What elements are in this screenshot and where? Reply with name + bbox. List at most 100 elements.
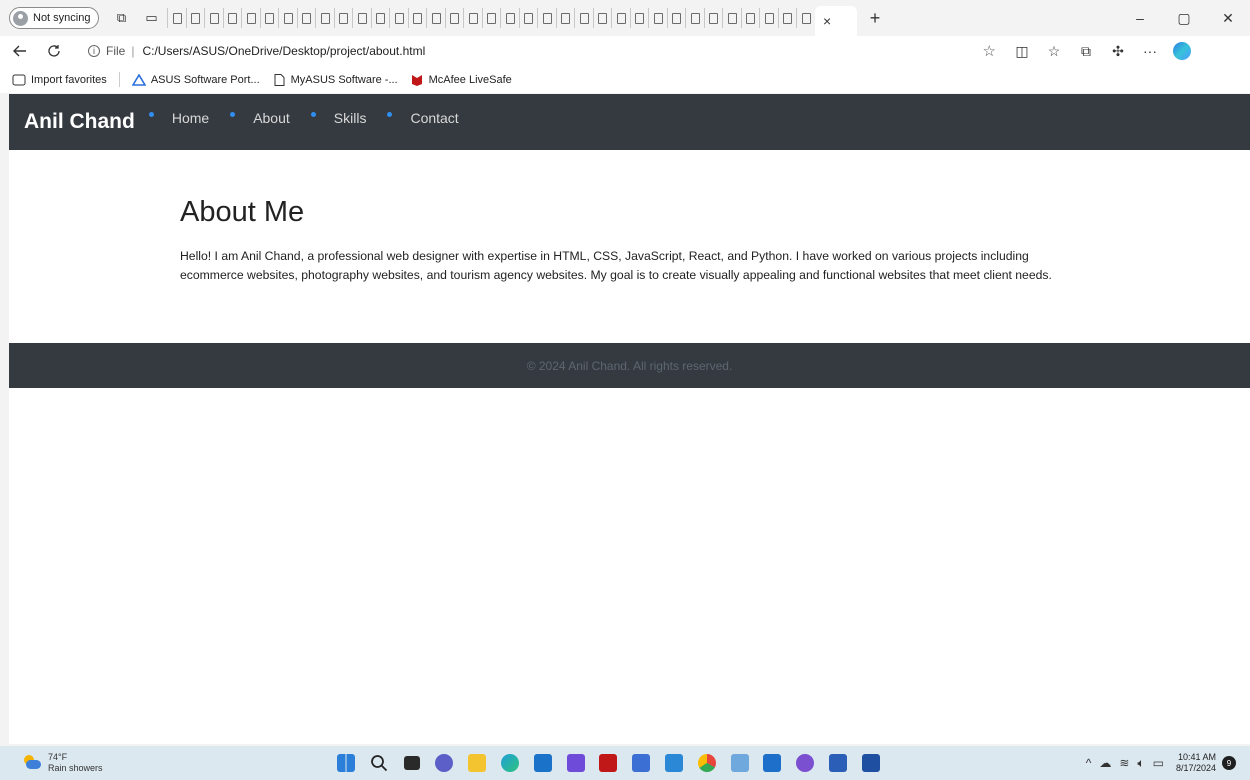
- import-favorites-icon: [12, 74, 26, 85]
- chrome-icon[interactable]: [695, 751, 719, 775]
- app-icon[interactable]: [564, 751, 588, 775]
- toolbar-icons: ◫ ☆ ⧉ ✣ ···: [1006, 42, 1198, 60]
- tab-item[interactable]: [333, 8, 353, 28]
- nav-link[interactable]: Contact: [410, 110, 458, 126]
- tab-item[interactable]: [241, 8, 260, 28]
- page-icon: [579, 12, 589, 24]
- tab-item[interactable]: [185, 8, 205, 28]
- tab-item[interactable]: [666, 8, 686, 28]
- tab-item[interactable]: [500, 8, 519, 28]
- tab-item[interactable]: [537, 8, 556, 28]
- chevron-up-icon[interactable]: ^: [1086, 756, 1092, 770]
- word-doc-icon[interactable]: [859, 751, 883, 775]
- onedrive-icon[interactable]: ☁: [1099, 756, 1111, 770]
- favorite-star-icon[interactable]: ☆: [983, 42, 996, 60]
- tab-item[interactable]: [703, 8, 723, 28]
- close-window-button[interactable]: ✕: [1206, 0, 1250, 36]
- tab-active[interactable]: ×: [814, 6, 857, 36]
- photos-icon[interactable]: [760, 751, 784, 775]
- profile-button[interactable]: Not syncing: [9, 7, 100, 29]
- back-button[interactable]: [6, 37, 34, 65]
- nav-link[interactable]: Skills: [334, 110, 367, 126]
- tab-item[interactable]: [592, 8, 612, 28]
- clock[interactable]: 10:41 AM 8/17/2024: [1176, 752, 1216, 774]
- wifi-icon[interactable]: ≋: [1119, 756, 1129, 770]
- nav-skills[interactable]: Skills: [310, 110, 381, 126]
- favorites-icon[interactable]: ☆: [1038, 43, 1070, 60]
- start-icon[interactable]: [334, 751, 358, 775]
- favorite-asus[interactable]: ASUS Software Port...: [131, 73, 260, 86]
- extensions-icon[interactable]: ✣: [1102, 43, 1134, 60]
- tab-actions-icon[interactable]: ▭: [143, 10, 159, 26]
- tab-item[interactable]: [759, 8, 778, 28]
- weather-widget[interactable]: 74°F Rain showers: [22, 752, 103, 774]
- notepad-icon[interactable]: [728, 751, 752, 775]
- tab-item[interactable]: [222, 8, 242, 28]
- tab-item[interactable]: [555, 8, 575, 28]
- tab-item[interactable]: [204, 8, 223, 28]
- tab-item[interactable]: [259, 8, 279, 28]
- nav-link[interactable]: Home: [172, 110, 209, 126]
- refresh-button[interactable]: [40, 37, 68, 65]
- tab-item[interactable]: [407, 8, 427, 28]
- split-screen-icon[interactable]: ◫: [1006, 43, 1038, 60]
- tab-item[interactable]: [444, 8, 464, 28]
- tab-item[interactable]: [777, 8, 797, 28]
- tab-item[interactable]: [278, 8, 297, 28]
- tab-item[interactable]: [481, 8, 501, 28]
- tab-item[interactable]: [389, 8, 408, 28]
- minimize-button[interactable]: –: [1118, 0, 1162, 36]
- search-icon[interactable]: [367, 751, 391, 775]
- file-explorer-icon[interactable]: [465, 751, 489, 775]
- tab-item[interactable]: [426, 8, 445, 28]
- tab-item[interactable]: [315, 8, 334, 28]
- mcafee-app-icon[interactable]: [596, 751, 620, 775]
- address-bar[interactable]: i File | C:/Users/ASUS/OneDrive/Desktop/…: [82, 38, 1006, 64]
- tab-item[interactable]: [611, 8, 630, 28]
- word-icon[interactable]: [826, 751, 850, 775]
- tab-item[interactable]: [370, 8, 390, 28]
- tab-item[interactable]: [648, 8, 667, 28]
- favorite-import[interactable]: Import favorites: [12, 74, 107, 86]
- site-brand[interactable]: Anil Chand: [24, 110, 135, 134]
- bullet-icon: [148, 112, 154, 117]
- tab-item[interactable]: [796, 8, 815, 28]
- page-icon: [764, 12, 774, 24]
- tab-item[interactable]: [722, 8, 741, 28]
- nav-about[interactable]: About: [230, 110, 304, 126]
- tab-item[interactable]: [296, 8, 316, 28]
- close-tab-icon[interactable]: ×: [823, 13, 831, 29]
- copilot-button[interactable]: [1166, 42, 1198, 60]
- favorite-myasus[interactable]: MyASUS Software -...: [272, 73, 398, 86]
- tab-item[interactable]: [167, 8, 186, 28]
- tab-item[interactable]: [352, 8, 371, 28]
- refresh-icon: [48, 45, 60, 57]
- maximize-button[interactable]: ▢: [1162, 0, 1206, 36]
- volume-icon[interactable]: 🔈︎: [1137, 756, 1144, 771]
- chat-icon[interactable]: [432, 751, 456, 775]
- store-icon[interactable]: [531, 751, 555, 775]
- favorite-mcafee[interactable]: McAfee LiveSafe: [410, 74, 512, 86]
- battery-icon[interactable]: ▭: [1153, 756, 1164, 770]
- tab-item[interactable]: [518, 8, 538, 28]
- nav-contact[interactable]: Contact: [387, 110, 472, 126]
- nav-home[interactable]: Home: [148, 110, 223, 126]
- viber-icon[interactable]: [793, 751, 817, 775]
- url-text[interactable]: C:/Users/ASUS/OneDrive/Desktop/project/a…: [142, 44, 425, 58]
- app-icon[interactable]: [629, 751, 653, 775]
- tab-item[interactable]: [629, 8, 649, 28]
- tab-item[interactable]: [574, 8, 593, 28]
- collections-icon[interactable]: ⧉: [1070, 43, 1102, 60]
- edge-icon[interactable]: [498, 751, 522, 775]
- tab-item[interactable]: [740, 8, 760, 28]
- notification-badge[interactable]: 9: [1222, 756, 1236, 770]
- vscode-icon[interactable]: [662, 751, 686, 775]
- new-tab-button[interactable]: +: [863, 8, 887, 29]
- workspaces-icon[interactable]: ⧉: [113, 10, 129, 26]
- site-info-icon[interactable]: i: [88, 45, 100, 57]
- task-view-icon[interactable]: [400, 751, 424, 775]
- nav-link[interactable]: About: [253, 110, 290, 126]
- more-menu-icon[interactable]: ···: [1134, 43, 1166, 59]
- tab-item[interactable]: [463, 8, 482, 28]
- tab-item[interactable]: [685, 8, 704, 28]
